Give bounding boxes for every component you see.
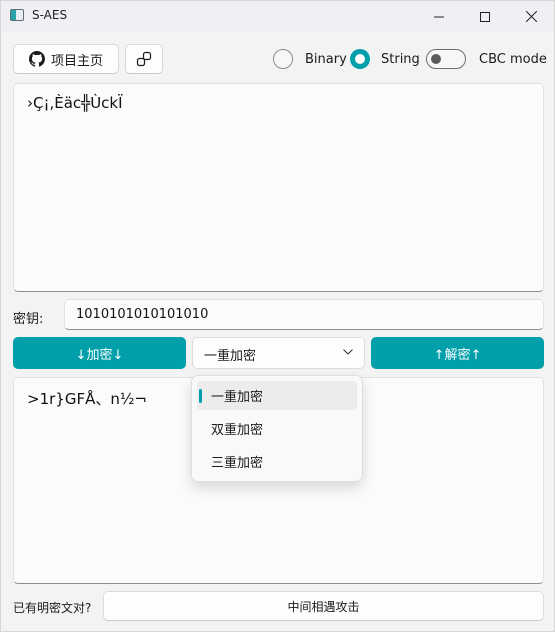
encrypt-button[interactable]: ↓加密↓: [13, 337, 186, 369]
cbc-label: CBC mode: [479, 52, 547, 67]
link-button[interactable]: [125, 44, 163, 74]
maximize-button[interactable]: [462, 1, 508, 32]
round-option-single[interactable]: 一重加密: [197, 381, 357, 410]
round-option-triple[interactable]: 三重加密: [197, 447, 357, 476]
project-home-label: 项目主页: [50, 53, 103, 69]
link-icon: [136, 51, 152, 67]
project-home-button[interactable]: 项目主页: [13, 44, 119, 74]
meet-in-the-middle-attack-button[interactable]: 中间相遇攻击: [103, 591, 544, 621]
title-bar: S-AES: [1, 1, 554, 32]
binary-radio[interactable]: [273, 49, 293, 69]
key-input[interactable]: 1010101010101010: [64, 299, 544, 330]
round-dropdown-menu: 一重加密 双重加密 三重加密: [191, 375, 363, 482]
chevron-down-icon: [343, 349, 353, 355]
minimize-button[interactable]: [416, 1, 462, 32]
maximize-icon: [480, 11, 490, 22]
app-window: S-AES 项目主页 Binary String CBC mode ›Ç¡,Èä…: [0, 0, 555, 632]
round-select[interactable]: 一重加密: [192, 337, 365, 369]
close-icon: [525, 11, 537, 22]
binary-label: Binary: [305, 52, 347, 67]
string-radio[interactable]: [350, 49, 370, 69]
app-icon: [10, 9, 24, 21]
string-label: String: [381, 52, 420, 67]
cbc-toggle[interactable]: [426, 49, 466, 69]
close-button[interactable]: [508, 1, 554, 32]
github-icon: [28, 51, 45, 67]
minimize-icon: [434, 16, 444, 17]
decrypt-button[interactable]: ↑解密↑: [371, 337, 544, 369]
known-pair-question: 已有明密文对?: [13, 601, 92, 615]
toggle-knob: [431, 54, 441, 64]
key-label: 密钥:: [13, 312, 44, 327]
round-select-value: 一重加密: [204, 349, 257, 364]
round-option-double[interactable]: 双重加密: [197, 414, 357, 443]
input-text-area[interactable]: ›Ç¡,Èäc╬ÙckÏ: [13, 83, 544, 292]
window-title: S-AES: [32, 8, 68, 22]
